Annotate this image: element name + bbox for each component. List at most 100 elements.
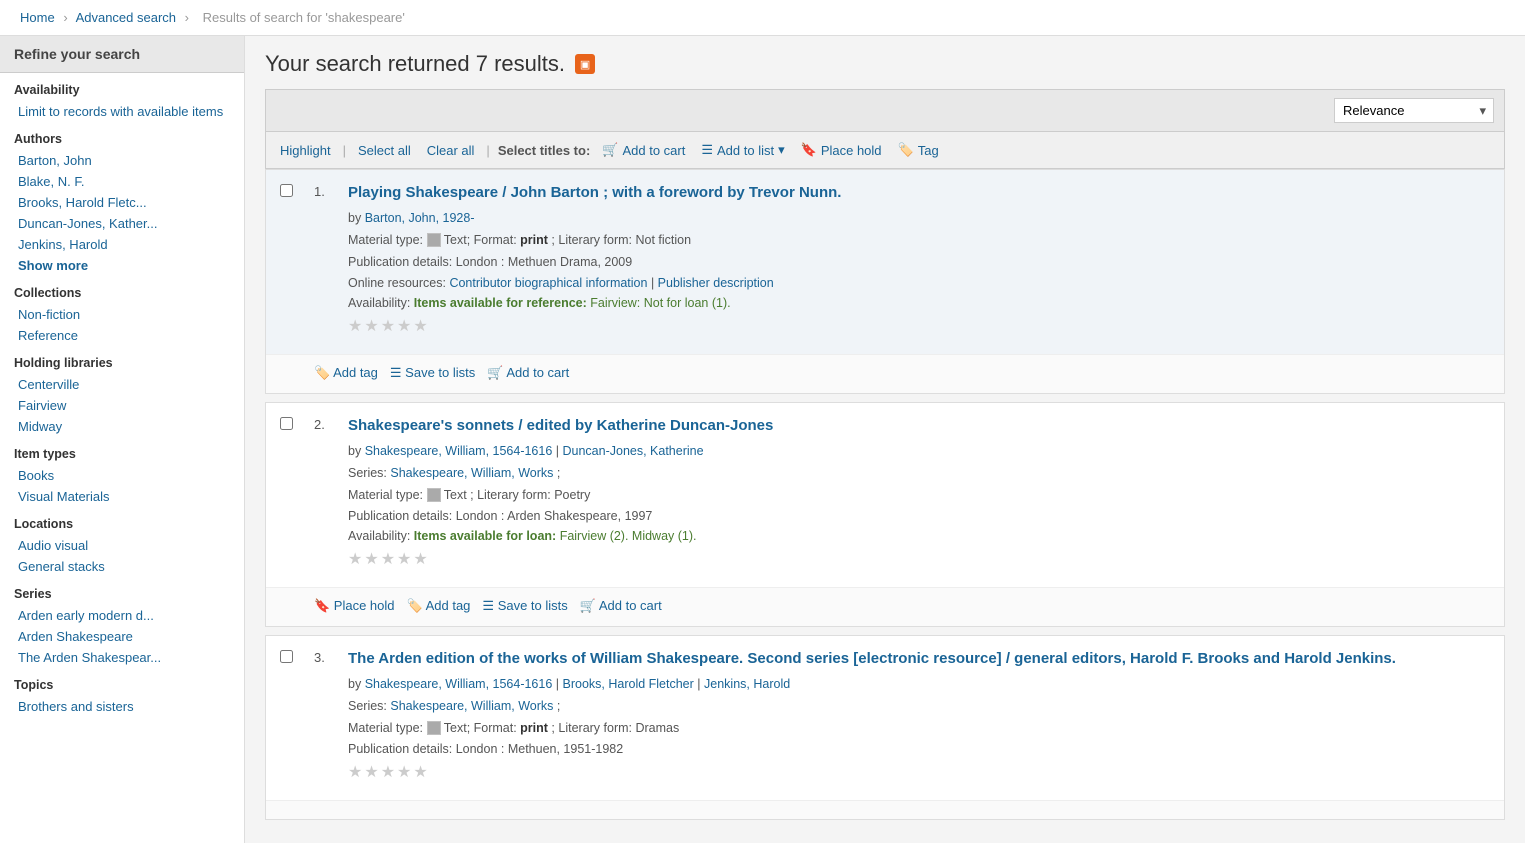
result-author: by Shakespeare, William, 1564-1616 | Dun… [348, 442, 1490, 461]
result-availability: Availability: Items available for refere… [348, 296, 1490, 310]
sidebar-item[interactable]: Arden Shakespeare [0, 626, 244, 647]
sort-select[interactable]: RelevanceTitle A-ZTitle Z-ADate newestDa… [1334, 98, 1494, 123]
result-author-link[interactable]: Shakespeare, William, 1564-1616 [365, 444, 553, 458]
sidebar-item[interactable]: Duncan-Jones, Kather... [0, 213, 244, 234]
star-icon[interactable]: ★ [364, 316, 378, 336]
star-icon[interactable]: ★ [413, 316, 427, 336]
toolbar-add-to-list-button[interactable]: ☰ Add to list ▾ [697, 140, 788, 160]
result-body: 2. Shakespeare's sonnets / edited by Kat… [266, 403, 1504, 587]
select-titles-label: Select titles to: [498, 143, 590, 158]
result-author-link[interactable]: Jenkins, Harold [704, 677, 790, 691]
result-body: 1. Playing Shakespeare / John Barton ; w… [266, 170, 1504, 354]
clear-all-button[interactable]: Clear all [423, 141, 479, 160]
action-place-hold-button[interactable]: 🔖 Place hold [314, 596, 395, 616]
result-content: Shakespeare's sonnets / edited by Kather… [348, 415, 1490, 577]
list-icon: ☰ [701, 142, 713, 158]
breadcrumb-current: Results of search for 'shakespeare' [203, 10, 405, 25]
result-checkbox[interactable] [280, 650, 293, 663]
result-item: 3. The Arden edition of the works of Wil… [265, 635, 1505, 820]
result-checkbox[interactable] [280, 184, 293, 197]
sidebar-header: Refine your search [0, 36, 244, 73]
highlight-button[interactable]: Highlight [276, 141, 335, 160]
toolbar-add-to-cart-button[interactable]: 🛒 Add to cart [598, 140, 689, 160]
result-body: 3. The Arden edition of the works of Wil… [266, 636, 1504, 800]
star-icon[interactable]: ★ [381, 316, 395, 336]
sidebar-section-title: Locations [0, 507, 244, 535]
action-add-to-cart-button[interactable]: 🛒 Add to cart [487, 363, 569, 383]
result-actions: 🏷️ Add tag ☰ Save to lists 🛒 Add to cart [266, 354, 1504, 393]
action-save-to-lists-button[interactable]: ☰ Save to lists [482, 596, 567, 616]
star-icon[interactable]: ★ [413, 549, 427, 569]
result-meta-line: Material type: Text ; Literary form: Poe… [348, 486, 1490, 505]
result-author-link[interactable]: Duncan-Jones, Katherine [563, 444, 704, 458]
result-author-link[interactable]: Shakespeare, William, 1564-1616 [365, 677, 553, 691]
result-stars: ★★★★★ [348, 316, 1490, 336]
result-meta-line: Material type: Text; Format: print ; Lit… [348, 719, 1490, 738]
sidebar-section-title: Topics [0, 668, 244, 696]
sidebar-item[interactable]: Brooks, Harold Fletc... [0, 192, 244, 213]
sidebar-section-title: Item types [0, 437, 244, 465]
result-meta-line: Material type: Text; Format: print ; Lit… [348, 231, 1490, 250]
result-number: 2. [314, 415, 338, 577]
sidebar-item[interactable]: The Arden Shakespear... [0, 647, 244, 668]
sidebar-item[interactable]: Jenkins, Harold [0, 234, 244, 255]
result-title[interactable]: The Arden edition of the works of Willia… [348, 648, 1490, 669]
result-stars: ★★★★★ [348, 762, 1490, 782]
tag-icon: 🏷️ [898, 142, 914, 158]
sidebar-item[interactable]: General stacks [0, 556, 244, 577]
star-icon[interactable]: ★ [348, 316, 362, 336]
result-author: by Barton, John, 1928- [348, 209, 1490, 228]
star-icon[interactable]: ★ [381, 549, 395, 569]
star-icon[interactable]: ★ [397, 549, 411, 569]
sort-wrapper[interactable]: RelevanceTitle A-ZTitle Z-ADate newestDa… [1334, 98, 1494, 123]
sidebar-item[interactable]: Fairview [0, 395, 244, 416]
result-stars: ★★★★★ [348, 549, 1490, 569]
action-save-to-lists-button[interactable]: ☰ Save to lists [390, 363, 475, 383]
result-title[interactable]: Shakespeare's sonnets / edited by Kather… [348, 415, 1490, 436]
sort-bar: RelevanceTitle A-ZTitle Z-ADate newestDa… [265, 89, 1505, 132]
action-add-tag-button[interactable]: 🏷️ Add tag [407, 596, 471, 616]
star-icon[interactable]: ★ [364, 549, 378, 569]
result-meta-line: Publication details: London : Methuen, 1… [348, 740, 1490, 759]
toolbar-place-hold-button[interactable]: 🔖 Place hold [797, 140, 886, 160]
sidebar-item[interactable]: Reference [0, 325, 244, 346]
result-title[interactable]: Playing Shakespeare / John Barton ; with… [348, 182, 1490, 203]
sidebar-item[interactable]: Visual Materials [0, 486, 244, 507]
sidebar-section-title: Collections [0, 276, 244, 304]
sidebar-item[interactable]: Limit to records with available items [0, 101, 244, 122]
main-content: Your search returned 7 results. ▣ Releva… [245, 36, 1525, 843]
sidebar-item[interactable]: Show more [0, 255, 244, 276]
select-all-button[interactable]: Select all [354, 141, 415, 160]
action-add-tag-button[interactable]: 🏷️ Add tag [314, 363, 378, 383]
sidebar-item[interactable]: Arden early modern d... [0, 605, 244, 626]
sidebar-item[interactable]: Blake, N. F. [0, 171, 244, 192]
star-icon[interactable]: ★ [381, 762, 395, 782]
sidebar-section-title: Holding libraries [0, 346, 244, 374]
sidebar-item[interactable]: Centerville [0, 374, 244, 395]
star-icon[interactable]: ★ [397, 762, 411, 782]
result-author-link[interactable]: Barton, John, 1928- [365, 211, 475, 225]
sidebar-item[interactable]: Non-fiction [0, 304, 244, 325]
breadcrumb-advanced-search[interactable]: Advanced search [76, 10, 176, 25]
breadcrumb: Home › Advanced search › Results of sear… [0, 0, 1525, 36]
result-online-resources: Online resources: Contributor biographic… [348, 274, 1490, 293]
action-add-to-cart-button[interactable]: 🛒 Add to cart [580, 596, 662, 616]
star-icon[interactable]: ★ [397, 316, 411, 336]
star-icon[interactable]: ★ [348, 549, 362, 569]
sidebar-item[interactable]: Midway [0, 416, 244, 437]
sidebar-item[interactable]: Barton, John [0, 150, 244, 171]
result-checkbox[interactable] [280, 417, 293, 430]
sidebar-item[interactable]: Audio visual [0, 535, 244, 556]
sidebar-item[interactable]: Books [0, 465, 244, 486]
star-icon[interactable]: ★ [348, 762, 362, 782]
toolbar-tag-button[interactable]: 🏷️ Tag [894, 140, 943, 160]
star-icon[interactable]: ★ [413, 762, 427, 782]
breadcrumb-home[interactable]: Home [20, 10, 55, 25]
result-item: 1. Playing Shakespeare / John Barton ; w… [265, 169, 1505, 394]
sidebar-section-title: Authors [0, 122, 244, 150]
sidebar-section-title: Series [0, 577, 244, 605]
star-icon[interactable]: ★ [364, 762, 378, 782]
result-author-link[interactable]: Brooks, Harold Fletcher [563, 677, 694, 691]
rss-icon[interactable]: ▣ [575, 54, 595, 74]
sidebar-item[interactable]: Brothers and sisters [0, 696, 244, 717]
